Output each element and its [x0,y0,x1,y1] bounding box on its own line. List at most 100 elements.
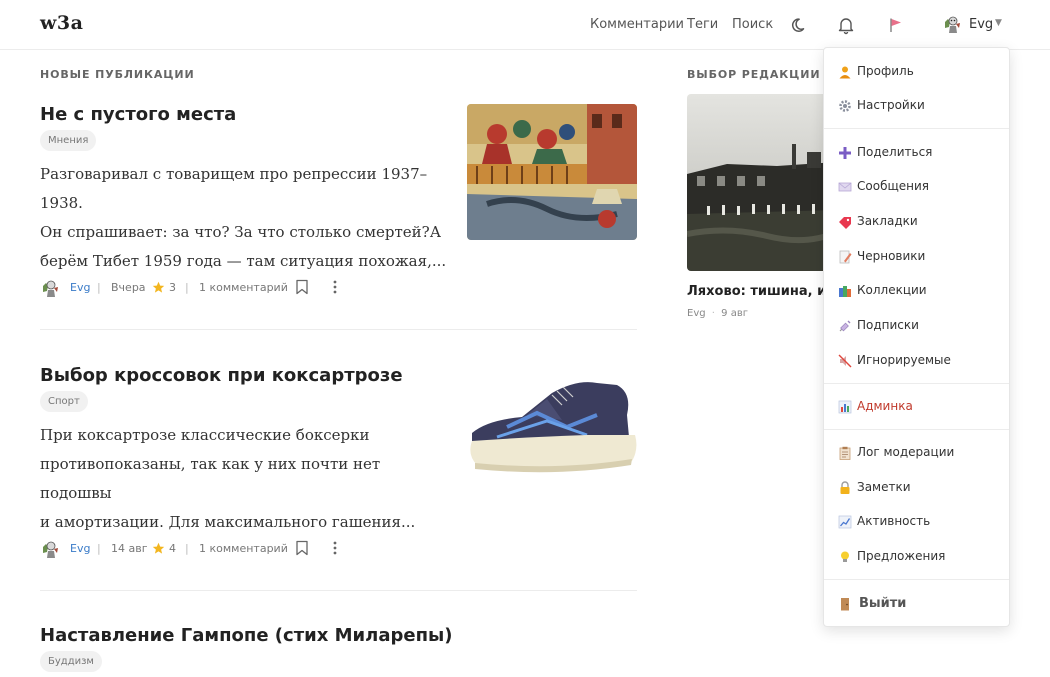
post-excerpt[interactable]: При коксартрозе классические боксерки пр… [40,421,450,537]
menu-separator [824,429,1009,430]
author-link[interactable]: Evg [70,281,90,294]
star-count: 4 [169,542,176,555]
post-thumbnail[interactable] [467,365,637,501]
post-tag[interactable]: Спорт [40,391,88,412]
menu-item-label: Админка [857,399,913,413]
excerpt-line: Разговаривал с товарищем про репрессии 1… [40,165,428,212]
bookmark-icon[interactable] [295,540,309,556]
menu-item-label: Игнорируемые [857,353,951,367]
site-logo[interactable]: w3a [40,12,83,34]
nav-tags[interactable]: Теги [687,17,718,32]
post-title[interactable]: Выбор кроссовок при коксартрозе [40,365,403,386]
post-title[interactable]: Наставление Гампопе (стих Миларепы) [40,625,453,646]
menu-item-label: Закладки [857,214,918,228]
excerpt-line: Он спрашивает: за что? За что столько см… [40,223,442,241]
star-count: 3 [169,281,176,294]
post-date: 14 авг [111,542,148,555]
editors-choice-thumbnail[interactable] [687,94,837,271]
menu-item-label: Коллекции [857,283,927,297]
menu-item-admin[interactable]: Админка [824,394,1009,420]
author-avatar[interactable] [40,278,60,298]
menu-item-subscriptions[interactable]: Подписки [824,313,1009,339]
user-name[interactable]: Evg [969,17,993,32]
menu-item-label: Черновики [857,249,926,263]
menu-item-ignored[interactable]: Игнорируемые [824,348,1009,374]
menu-item-share[interactable]: Поделиться [824,140,1009,166]
menu-item-settings[interactable]: Настройки [824,93,1009,119]
menu-separator [824,128,1009,129]
author-link[interactable]: Evg [70,542,90,555]
menu-item-label: Поделиться [857,145,933,159]
flag-icon[interactable] [886,15,906,35]
post-tag[interactable]: Буддизм [40,651,102,672]
menu-item-moderation-log[interactable]: Лог модерации [824,440,1009,466]
menu-item-suggestions[interactable]: Предложения [824,544,1009,570]
menu-item-label: Выйти [859,596,907,611]
post-title[interactable]: Не с пустого места [40,104,236,125]
menu-separator [824,383,1009,384]
excerpt-line: противопоказаны, так как у них почти нет… [40,455,381,502]
post-tag[interactable]: Мнения [40,130,97,151]
line-chart-icon [838,515,852,529]
menu-item-notes[interactable]: Заметки [824,475,1009,501]
menu-separator [824,579,1009,580]
menu-item-label: Заметки [857,480,911,494]
bookmark-icon[interactable] [295,279,309,295]
star-icon[interactable] [152,281,165,294]
meta-separator: | [97,542,101,555]
editors-choice-meta: Evg · 9 авг [687,308,748,319]
memo-icon [839,250,852,264]
menu-item-label: Профиль [857,64,914,78]
comments-link[interactable]: 1 комментарий [199,281,288,294]
nav-search[interactable]: Поиск [732,17,773,32]
plus-icon [839,147,851,159]
moon-icon[interactable] [790,15,810,35]
menu-item-messages[interactable]: Сообщения [824,174,1009,200]
books-icon [839,286,851,297]
menu-item-label: Настройки [857,98,925,112]
envelope-icon [838,182,852,192]
nav-comments[interactable]: Комментарии [590,17,684,32]
post-thumbnail[interactable] [467,104,637,240]
menu-item-logout[interactable]: Выйти [824,591,1009,617]
menu-item-bookmarks[interactable]: Закладки [824,209,1009,235]
menu-item-collections[interactable]: Коллекции [824,278,1009,304]
door-icon [841,598,849,611]
user-avatar[interactable] [942,14,962,34]
star-icon[interactable] [152,542,165,555]
excerpt-line: берём Тибет 1959 года — там ситуация пох… [40,252,447,270]
post-excerpt[interactable]: Разговаривал с товарищем про репрессии 1… [40,160,450,276]
menu-item-drafts[interactable]: Черновики [824,244,1009,270]
bookmark-tag-icon [839,217,851,229]
excerpt-line: и амортизации. Для максимального гашения… [40,513,416,531]
author-avatar[interactable] [40,539,60,559]
menu-item-activity[interactable]: Активность [824,509,1009,535]
editors-choice-author[interactable]: Evg [687,308,706,319]
muted-icon [838,354,852,368]
meta-separator: | [97,281,101,294]
section-editors-choice: ВЫБОР РЕДАКЦИИ [687,68,821,81]
bar-chart-icon [838,400,852,414]
user-dropdown-menu: Профиль Настройки Поделиться Сообщения З… [823,47,1010,627]
post-divider [40,590,637,591]
more-icon[interactable] [330,540,340,556]
post-divider [40,329,637,330]
more-icon[interactable] [330,279,340,295]
chevron-down-icon[interactable]: ▼ [995,18,1002,28]
menu-item-profile[interactable]: Профиль [824,59,1009,85]
bell-icon[interactable] [836,15,856,35]
post-date: Вчера [111,281,146,294]
menu-item-label: Лог модерации [857,445,955,459]
comments-link[interactable]: 1 комментарий [199,542,288,555]
meta-separator: | [185,281,189,294]
meta-dot: · [711,308,715,319]
excerpt-line: При коксартрозе классические боксерки [40,426,370,444]
person-icon [839,66,851,79]
meta-separator: | [185,542,189,555]
lock-icon [840,481,850,494]
gear-icon [839,100,851,112]
clipboard-icon [839,446,851,460]
editors-choice-date: 9 авг [721,308,748,319]
bulb-icon [841,551,849,562]
syringe-icon [839,320,851,332]
